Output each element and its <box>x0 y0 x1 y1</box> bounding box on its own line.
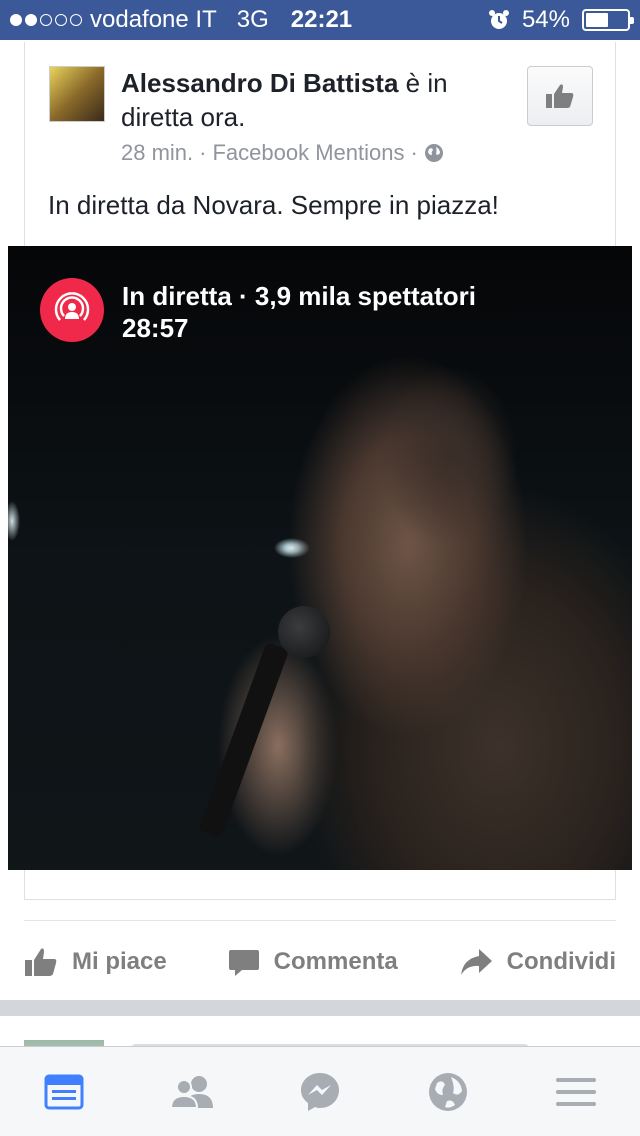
like-page-button[interactable] <box>527 66 593 126</box>
bottom-tab-bar <box>0 1046 640 1136</box>
post-text: In diretta da Novara. Sempre in piazza! <box>48 190 499 220</box>
public-globe-icon <box>424 144 443 162</box>
microphone <box>278 606 330 658</box>
thumbs-up-icon <box>546 84 574 108</box>
share-button[interactable]: Condividi <box>459 947 616 977</box>
globe-icon <box>429 1072 467 1111</box>
tab-notifications-globe[interactable] <box>408 1052 488 1132</box>
battery-icon <box>582 9 634 31</box>
alarm-icon <box>488 10 509 29</box>
live-duration: 28:57 <box>122 313 189 343</box>
meta-separator-2: · <box>410 140 418 165</box>
avatar[interactable] <box>49 66 105 122</box>
tab-friends[interactable] <box>152 1052 232 1132</box>
like-label: Mi piace <box>72 948 167 975</box>
post-source[interactable]: Facebook Mentions <box>212 140 404 166</box>
post-time[interactable]: 28 min. <box>121 140 193 166</box>
signal-strength-icon <box>10 14 82 26</box>
network-type: 3G <box>236 6 269 33</box>
tab-messenger[interactable] <box>280 1052 360 1132</box>
comment-icon <box>228 950 259 976</box>
actions-divider <box>24 920 616 921</box>
comment-button[interactable]: Commenta <box>228 946 398 978</box>
clock: 22:21 <box>290 6 353 33</box>
status-bar: vodafone IT 3G 22:21 54% <box>0 0 640 40</box>
post-meta: 28 min. · Facebook Mentions · <box>121 140 444 166</box>
friends-icon <box>169 1075 213 1109</box>
author-name[interactable]: Alessandro Di Battista <box>121 68 398 98</box>
share-icon <box>460 949 492 975</box>
like-icon <box>25 948 57 976</box>
live-broadcast-icon <box>40 278 104 342</box>
tab-menu[interactable] <box>536 1052 616 1132</box>
tab-news-feed[interactable] <box>24 1052 104 1132</box>
messenger-icon <box>301 1072 339 1111</box>
menu-icon <box>556 1077 596 1106</box>
news-feed-icon <box>44 1074 84 1109</box>
share-label: Condividi <box>506 948 616 975</box>
post-author-line: Alessandro Di Battista è in diretta ora. <box>121 66 521 134</box>
live-viewers: In diretta · 3,9 mila spettatori <box>122 281 476 311</box>
feed-separator <box>0 1000 640 1016</box>
comment-label: Commenta <box>273 948 398 975</box>
carrier-name: vodafone IT <box>90 6 217 33</box>
like-button[interactable]: Mi piace <box>24 946 167 978</box>
live-info: In diretta · 3,9 mila spettatori 28:57 <box>122 280 476 344</box>
battery-percent: 54% <box>521 6 570 33</box>
live-video[interactable]: In diretta · 3,9 mila spettatori 28:57 <box>8 246 632 870</box>
post-actions: Mi piace Commenta Condividi <box>24 934 616 990</box>
meta-separator: · <box>199 140 207 165</box>
